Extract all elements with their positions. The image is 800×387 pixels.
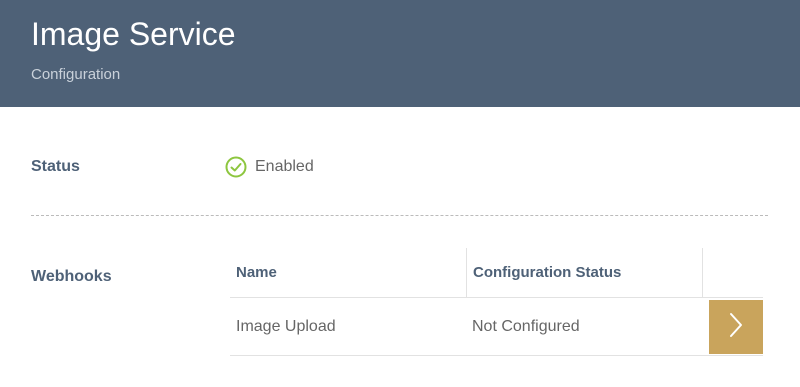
section-divider — [31, 215, 768, 216]
page-title: Image Service — [31, 16, 236, 52]
configure-webhook-button[interactable] — [709, 300, 763, 354]
column-header-action — [702, 248, 763, 297]
status-value: Enabled — [225, 156, 314, 178]
webhook-name: Image Upload — [236, 318, 336, 335]
check-circle-icon — [225, 156, 247, 178]
page-subtitle: Configuration — [31, 66, 121, 83]
column-header-configuration-status: Configuration Status — [466, 248, 702, 297]
status-label: Status — [31, 158, 80, 175]
column-header-name: Name — [236, 264, 277, 281]
webhooks-table: Name Configuration Status Image Upload N… — [230, 248, 763, 356]
page-header: Image Service Configuration — [0, 0, 800, 107]
status-text: Enabled — [255, 158, 314, 175]
webhook-configuration-status: Not Configured — [472, 318, 580, 335]
chevron-right-icon — [727, 312, 745, 343]
table-header: Name Configuration Status — [230, 248, 763, 298]
webhooks-label: Webhooks — [31, 268, 112, 285]
table-row[interactable]: Image Upload Not Configured — [230, 298, 763, 356]
